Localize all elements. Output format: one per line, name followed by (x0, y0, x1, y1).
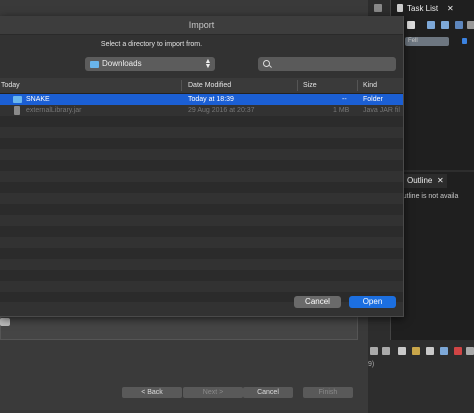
location-label: Downloads (102, 59, 142, 68)
wizard-content-area (0, 316, 358, 340)
file-size: 1 MB (333, 107, 350, 114)
outline-tab[interactable]: Outline (407, 176, 432, 185)
task-list-tab[interactable]: Task List (407, 4, 438, 13)
outline-close-icon[interactable]: ✕ (437, 176, 444, 185)
wizard-finish-button[interactable]: Finish (303, 387, 353, 398)
column-header-name[interactable]: Today (1, 78, 20, 93)
schedule-icon[interactable] (441, 21, 449, 29)
folder-icon (13, 96, 22, 103)
chevron-up-down-icon: ▲ ▼ (204, 58, 212, 70)
column-separator[interactable] (357, 80, 358, 91)
terminate-icon[interactable] (454, 347, 462, 355)
file-row[interactable]: SNAKE Today at 18:39 -- Folder (0, 94, 403, 105)
open-console-icon[interactable] (440, 347, 448, 355)
column-separator[interactable] (181, 80, 182, 91)
column-header-kind[interactable]: Kind (363, 78, 377, 93)
file-date: Today at 18:39 (188, 96, 234, 103)
folder-icon (90, 61, 99, 68)
column-separator[interactable] (297, 80, 298, 91)
filter-icon[interactable] (462, 38, 467, 44)
import-dialog: Import Select a directory to import from… (0, 16, 404, 317)
collapse-icon[interactable] (455, 21, 463, 29)
task-list-icon (397, 4, 403, 12)
search-icon (263, 60, 270, 67)
jar-file-icon (14, 106, 20, 115)
doc-icon[interactable] (398, 347, 406, 355)
new-task-icon[interactable] (407, 21, 415, 29)
file-size: -- (342, 96, 347, 103)
wizard-back-button[interactable]: < Back (122, 387, 182, 398)
file-list-header: Today Date Modified Size Kind (0, 78, 403, 94)
console-text: 9) (368, 361, 375, 368)
task-filter-input[interactable]: Fell (405, 37, 449, 46)
remove-icon[interactable] (370, 347, 378, 355)
file-kind: Folder (363, 96, 383, 103)
location-popup[interactable]: Downloads ▲ ▼ (85, 57, 215, 71)
wizard-next-button[interactable]: Next > (183, 387, 243, 398)
search-field[interactable] (258, 57, 396, 71)
console-menu-icon[interactable] (466, 347, 474, 355)
column-header-size[interactable]: Size (303, 78, 317, 93)
file-name: externalLibrary.jar (26, 107, 82, 114)
remove-all-icon[interactable] (382, 347, 390, 355)
dialog-title: Import (0, 16, 403, 35)
cancel-button[interactable]: Cancel (294, 296, 341, 308)
file-list[interactable]: SNAKE Today at 18:39 -- Folder externalL… (0, 94, 403, 302)
wizard-expand-handle[interactable] (0, 318, 10, 326)
file-kind: Java JAR fil (363, 107, 400, 114)
task-list-close-icon[interactable]: ✕ (447, 4, 454, 13)
wizard-cancel-button[interactable]: Cancel (243, 387, 293, 398)
column-header-date[interactable]: Date Modified (188, 78, 231, 93)
view-menu-icon[interactable] (374, 4, 382, 12)
file-date: 29 Aug 2016 at 20:37 (188, 107, 255, 114)
dialog-prompt: Select a directory to import from. (100, 41, 203, 48)
categorize-icon[interactable] (427, 21, 435, 29)
highlight-icon[interactable] (412, 347, 420, 355)
file-name: SNAKE (26, 96, 50, 103)
open-button[interactable]: Open (349, 296, 396, 308)
pin-icon[interactable] (426, 347, 434, 355)
file-row[interactable]: externalLibrary.jar 29 Aug 2016 at 20:37… (0, 105, 403, 116)
more-icon[interactable] (467, 21, 474, 29)
